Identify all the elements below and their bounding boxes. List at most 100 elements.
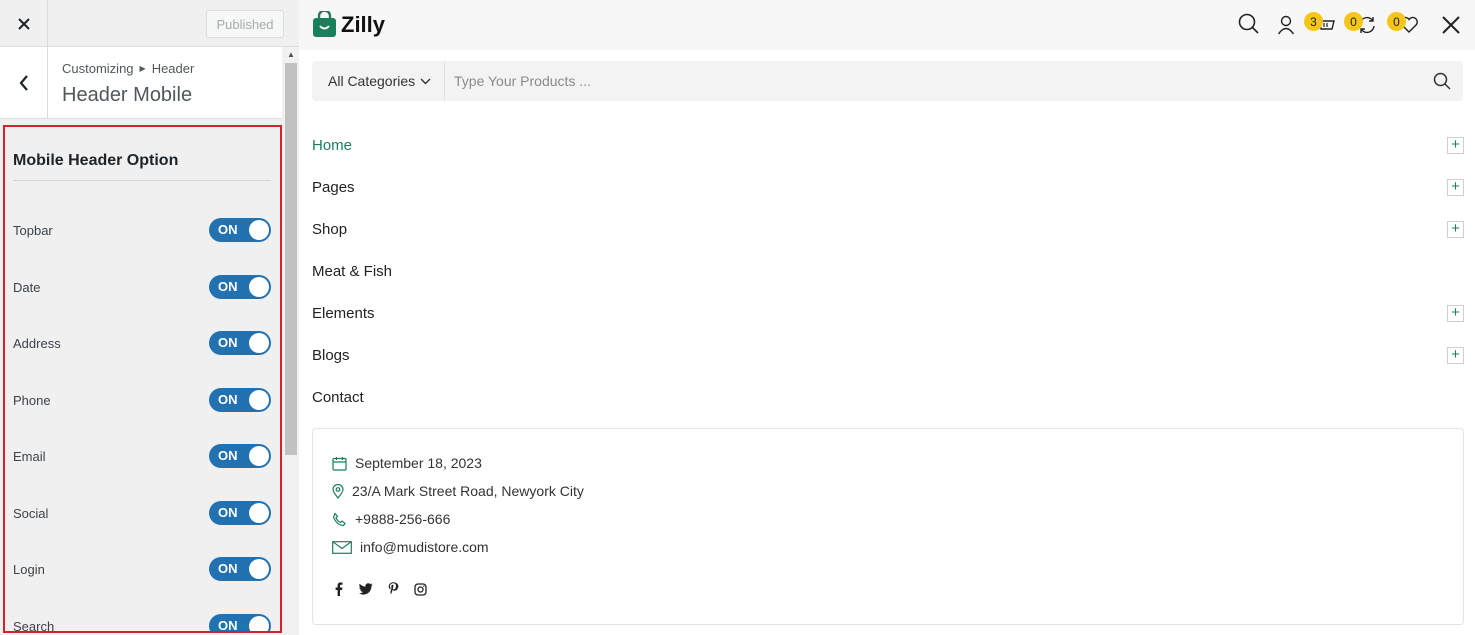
address-text: 23/A Mark Street Road, Newyork City: [352, 483, 584, 499]
option-date: Date ON: [13, 275, 271, 299]
phone-icon: [332, 511, 346, 526]
location-pin-icon: [332, 483, 344, 499]
menu-link-blogs[interactable]: Blogs: [312, 347, 350, 364]
option-address: Address ON: [13, 331, 271, 355]
compare-count-badge: 0: [1344, 12, 1363, 31]
menu-link-home[interactable]: Home: [312, 137, 352, 154]
menu-item-contact: Contact: [312, 386, 1464, 408]
cart-count-badge: 3: [1304, 12, 1323, 31]
breadcrumb-separator-icon: ▶: [139, 64, 146, 73]
address-toggle[interactable]: ON: [209, 331, 271, 355]
category-select-label: All Categories: [328, 73, 416, 89]
calendar-icon: [332, 456, 347, 471]
section-title: Header Mobile: [62, 84, 193, 106]
option-topbar: Topbar ON: [13, 218, 271, 242]
logo[interactable]: Zilly: [312, 11, 385, 38]
published-button[interactable]: Published: [206, 10, 284, 38]
phone-text: +9888-256-666: [355, 511, 451, 527]
option-label: Phone: [13, 392, 51, 408]
facebook-icon[interactable]: [332, 581, 346, 597]
email-row: info@mudistore.com: [332, 537, 489, 557]
option-login: Login ON: [13, 557, 271, 581]
email-toggle[interactable]: ON: [209, 444, 271, 468]
user-icon[interactable]: [1277, 15, 1295, 35]
toggle-knob: [249, 446, 269, 466]
scroll-up-arrow-icon[interactable]: ▲: [283, 47, 299, 61]
expand-submenu-button[interactable]: +: [1447, 178, 1464, 196]
mobile-header-bar: Zilly 3 0 0: [299, 0, 1475, 50]
toggle-state: ON: [218, 279, 238, 294]
close-icon: [17, 17, 30, 30]
topbar-toggle[interactable]: ON: [209, 218, 271, 242]
customizer-panel: Published Customizing ▶ Header Header Mo…: [0, 0, 299, 635]
pinterest-icon[interactable]: [386, 581, 400, 597]
menu-link-contact[interactable]: Contact: [312, 389, 364, 406]
phone-toggle[interactable]: ON: [209, 388, 271, 412]
back-button[interactable]: [0, 47, 48, 119]
option-search: Search ON: [13, 614, 271, 633]
toggle-state: ON: [218, 222, 238, 237]
address-row: 23/A Mark Street Road, Newyork City: [332, 481, 584, 501]
toggle-state: ON: [218, 505, 238, 520]
instagram-icon[interactable]: [413, 581, 427, 597]
section-header: Customizing ▶ Header Header Mobile: [0, 47, 282, 119]
toggle-knob: [249, 503, 269, 523]
search-submit-icon[interactable]: [1433, 72, 1451, 90]
breadcrumb: Customizing ▶ Header: [62, 61, 194, 76]
option-phone: Phone ON: [13, 388, 271, 412]
option-social: Social ON: [13, 501, 271, 525]
breadcrumb-root: Customizing: [62, 61, 134, 76]
phone-row: +9888-256-666: [332, 509, 450, 529]
toggle-knob: [249, 559, 269, 579]
chevron-down-icon: [420, 78, 431, 84]
option-label: Date: [13, 279, 41, 295]
close-menu-icon[interactable]: [1441, 15, 1461, 35]
menu-item-home: Home +: [312, 134, 1464, 156]
contact-info-card: September 18, 2023 23/A Mark Street Road…: [312, 428, 1464, 625]
toggle-state: ON: [218, 561, 238, 576]
option-label: Topbar: [13, 222, 53, 238]
menu-link-elements[interactable]: Elements: [312, 305, 375, 322]
menu-item-elements: Elements +: [312, 302, 1464, 324]
product-search-bar: All Categories: [312, 61, 1463, 101]
logo-text: Zilly: [341, 11, 386, 37]
expand-submenu-button[interactable]: +: [1447, 304, 1464, 322]
date-row: September 18, 2023: [332, 453, 482, 473]
option-email: Email ON: [13, 444, 271, 468]
breadcrumb-parent: Header: [151, 61, 195, 76]
date-text: September 18, 2023: [355, 455, 482, 471]
option-label: Address: [13, 335, 61, 351]
option-label: Search: [13, 618, 55, 633]
expand-submenu-button[interactable]: +: [1447, 220, 1464, 238]
chevron-left-icon: [19, 75, 28, 91]
social-toggle[interactable]: ON: [209, 501, 271, 525]
product-search-input[interactable]: [454, 70, 1404, 92]
menu-item-meat-fish: Meat & Fish: [312, 260, 1464, 282]
expand-submenu-button[interactable]: +: [1447, 346, 1464, 364]
menu-link-meat-fish[interactable]: Meat & Fish: [312, 263, 392, 280]
toggle-state: ON: [218, 618, 238, 633]
category-select[interactable]: All Categories: [312, 61, 445, 101]
mobile-header-options: Mobile Header Option Topbar ON Date ON A…: [3, 125, 282, 633]
expand-submenu-button[interactable]: +: [1447, 136, 1464, 154]
menu-link-shop[interactable]: Shop: [312, 221, 347, 238]
twitter-icon[interactable]: [359, 581, 373, 597]
panel-scrollbar[interactable]: ▲: [283, 47, 299, 635]
toggle-knob: [249, 390, 269, 410]
site-preview: Zilly 3 0 0 All Categories Home + Pages …: [299, 0, 1475, 635]
social-links: [332, 581, 427, 597]
login-toggle[interactable]: ON: [209, 557, 271, 581]
menu-item-blogs: Blogs +: [312, 344, 1464, 366]
toggle-knob: [249, 333, 269, 353]
toggle-knob: [249, 220, 269, 240]
search-toggle[interactable]: ON: [209, 614, 271, 633]
toggle-state: ON: [218, 448, 238, 463]
date-toggle[interactable]: ON: [209, 275, 271, 299]
scroll-thumb[interactable]: [285, 63, 297, 455]
search-icon[interactable]: [1238, 13, 1260, 35]
toggle-knob: [249, 277, 269, 297]
close-customizer-button[interactable]: [0, 0, 48, 47]
menu-link-pages[interactable]: Pages: [312, 179, 355, 196]
customizer-header: Published: [0, 0, 299, 47]
wishlist-count-badge: 0: [1387, 12, 1406, 31]
